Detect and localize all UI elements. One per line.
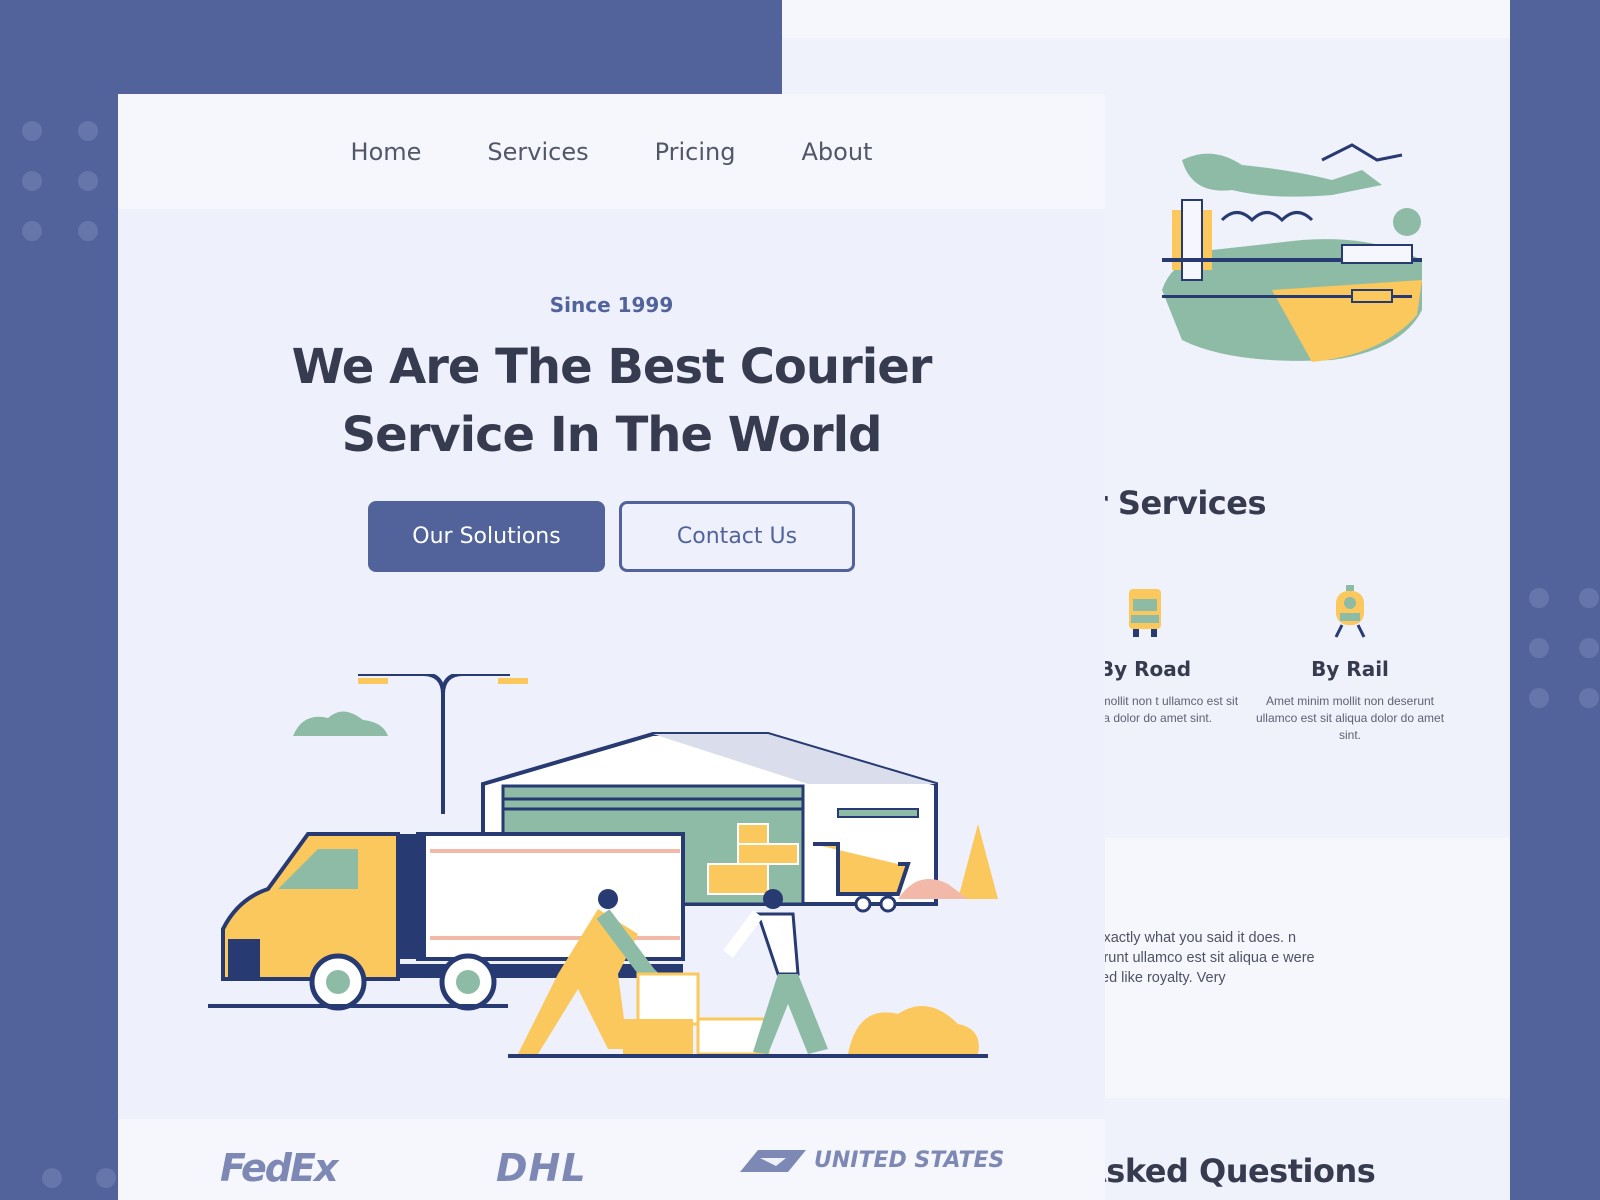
faq-section-title: Asked Questions xyxy=(1082,1152,1376,1190)
service-description: Amet minim mollit non deserunt ullamco e… xyxy=(1255,694,1445,742)
nav-link-pricing[interactable]: Pricing xyxy=(655,138,736,166)
usps-logo: UNITED STATES xyxy=(738,1146,1004,1174)
dhl-logo: DHL xyxy=(496,1146,587,1190)
services-section-title: r Services xyxy=(1092,484,1267,522)
eagle-icon xyxy=(740,1150,806,1172)
hero-eyebrow: Since 1999 xyxy=(549,293,674,317)
front-page-mockup: Home Services Pricing About Since 1999 W… xyxy=(118,94,1105,1200)
nav-link-about[interactable]: About xyxy=(802,138,873,166)
truck-icon xyxy=(1129,589,1161,637)
hero-cta-group: Our Solutions Contact Us xyxy=(118,501,1105,572)
fedex-logo: FedEx xyxy=(220,1146,338,1190)
usps-wordmark: UNITED STATES xyxy=(814,1147,1005,1173)
contact-us-button[interactable]: Contact Us xyxy=(619,501,855,572)
train-icon xyxy=(1334,585,1366,638)
main-navigation: Home Services Pricing About xyxy=(118,94,1105,209)
hero-section: Since 1999 We Are The Best Courier Servi… xyxy=(118,293,1105,572)
service-title: By Rail xyxy=(1311,657,1389,681)
service-card-rail[interactable]: By Rail Amet minim mollit non deserunt u… xyxy=(1255,585,1445,744)
testimonial-quote: did exactly what you said it does. n des… xyxy=(1072,930,1315,986)
our-solutions-button[interactable]: Our Solutions xyxy=(368,501,605,572)
back-header-strip xyxy=(782,0,1510,38)
delivery-warehouse-illustration xyxy=(208,674,998,1058)
nav-link-home[interactable]: Home xyxy=(351,138,422,166)
nav-link-services[interactable]: Services xyxy=(487,138,588,166)
decorative-dots xyxy=(1529,588,1599,708)
hero-headline: We Are The Best Courier Service In The W… xyxy=(291,339,933,463)
city-landscape-illustration xyxy=(1162,143,1422,362)
decorative-dots xyxy=(22,121,98,241)
